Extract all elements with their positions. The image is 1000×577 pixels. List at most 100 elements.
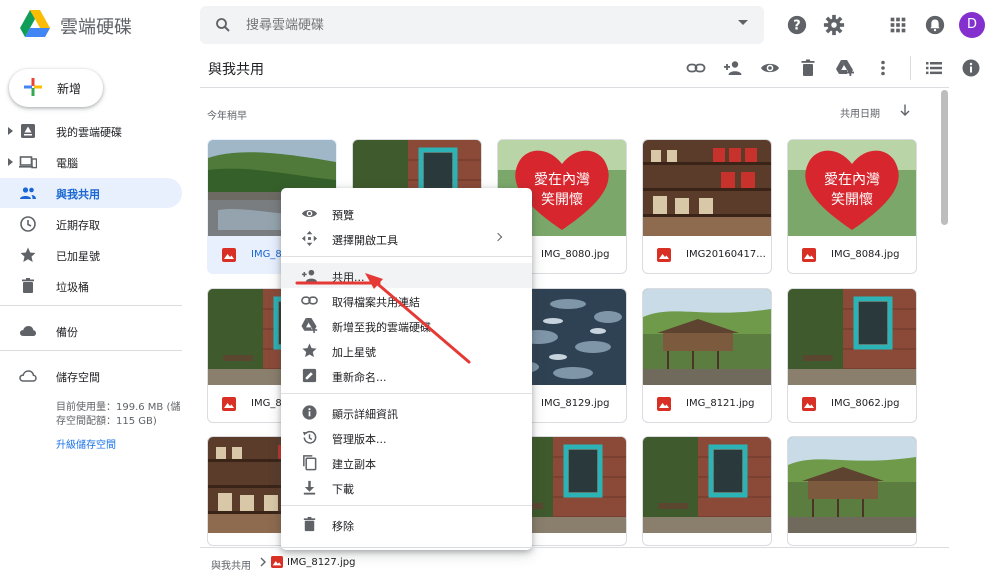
sidebar-item-trash[interactable]: 垃圾桶 <box>0 271 182 301</box>
sidebar-item-starred[interactable]: 已加星號 <box>0 240 182 270</box>
help-icon[interactable]: ? <box>786 14 808 36</box>
my-drive-icon <box>21 124 35 138</box>
manage-versions-icon <box>302 430 317 444</box>
file-name: IMG20160417... <box>686 249 766 260</box>
shared-with-me-icon <box>20 187 36 199</box>
settings-icon[interactable] <box>823 14 845 36</box>
menu-item-label: 移除 <box>332 520 354 533</box>
add-to-drive-icon[interactable] <box>835 58 855 78</box>
file-card[interactable]: IMG_8121.jpg <box>642 288 772 423</box>
sidebar-divider <box>0 305 182 306</box>
file-thumbnail[interactable] <box>788 437 916 533</box>
image-file-icon <box>222 397 236 411</box>
menu-item-download[interactable]: 下載 <box>281 475 532 500</box>
search-icon[interactable] <box>214 16 232 34</box>
expand-caret-icon[interactable] <box>8 158 13 166</box>
file-name: IMG_8084.jpg <box>831 249 900 260</box>
menu-item-label: 顯示詳細資訊 <box>332 408 398 421</box>
sidebar-item-label: 電腦 <box>56 157 78 170</box>
search-bar[interactable] <box>200 6 764 44</box>
file-thumbnail[interactable] <box>643 437 771 533</box>
new-button[interactable]: 新增 <box>9 69 103 107</box>
upgrade-storage-link[interactable]: 升級儲存空間 <box>56 436 116 451</box>
file-name: IMG_8 <box>251 398 282 409</box>
app-title: 雲端硬碟 <box>60 17 132 38</box>
breadcrumb-chevron-icon <box>260 557 266 567</box>
info-icon <box>302 405 317 420</box>
delete-icon[interactable] <box>798 58 818 78</box>
cloud-outline-icon <box>19 370 37 382</box>
menu-item-make-copy[interactable]: 建立副本 <box>281 450 532 475</box>
storage-usage-text: 目前使用量：199.6 MB (儲存空間配額：115 GB) <box>56 402 181 427</box>
sidebar-item-label: 儲存空間 <box>56 371 100 384</box>
sidebar-item-shared-with-me[interactable]: 與我共用 <box>0 178 182 208</box>
file-card[interactable]: IMG_8084.jpg <box>787 139 917 274</box>
menu-item-label: 預覽 <box>332 209 354 222</box>
cloud-icon <box>20 326 36 336</box>
menu-item-label: 建立副本 <box>332 458 376 471</box>
sort-by-label[interactable]: 共用日期 <box>840 105 880 120</box>
file-card[interactable] <box>642 436 772 546</box>
remove-icon <box>303 516 316 532</box>
breadcrumb-current[interactable]: IMG_8127.jpg <box>287 557 355 568</box>
file-name: IMG_8121.jpg <box>686 398 755 409</box>
file-thumbnail[interactable] <box>643 289 771 385</box>
drive-logo-icon[interactable] <box>20 10 50 38</box>
sidebar-item-my-drive[interactable]: 我的雲端硬碟 <box>0 116 182 146</box>
recent-icon <box>20 216 36 232</box>
more-vert-icon[interactable] <box>873 58 893 78</box>
menu-item-label: 管理版本... <box>332 433 387 446</box>
open-with-icon <box>301 230 318 247</box>
new-button-label: 新增 <box>57 82 82 96</box>
menu-item-remove[interactable]: 移除 <box>281 512 532 537</box>
file-thumbnail[interactable] <box>788 289 916 385</box>
plus-icon <box>24 78 42 96</box>
breadcrumb-parent[interactable]: 與我共用 <box>211 557 251 572</box>
menu-divider <box>281 505 532 506</box>
image-file-icon <box>657 397 671 411</box>
apps-grid-icon[interactable] <box>887 14 909 36</box>
file-card[interactable] <box>787 436 917 546</box>
menu-divider <box>281 393 532 394</box>
notifications-icon[interactable] <box>924 14 946 36</box>
annotation-overlay <box>295 273 471 364</box>
footer-divider <box>200 547 949 548</box>
file-name: IMG_8080.jpg <box>541 249 610 260</box>
search-input[interactable] <box>244 17 704 34</box>
sort-direction-icon[interactable] <box>898 103 912 117</box>
details-icon[interactable] <box>961 58 981 78</box>
scrollbar-thumb[interactable] <box>941 90 948 225</box>
account-avatar[interactable]: D <box>959 12 985 38</box>
expand-caret-icon[interactable] <box>8 127 13 135</box>
sidebar-item-label: 與我共用 <box>56 188 100 201</box>
file-thumbnail[interactable] <box>643 140 771 236</box>
submenu-arrow-icon <box>493 232 503 242</box>
sidebar-item-backups[interactable]: 備份 <box>0 316 182 346</box>
file-thumbnail[interactable] <box>788 140 916 236</box>
menu-item-view-details[interactable]: 顯示詳細資訊 <box>281 400 532 425</box>
copy-icon <box>303 455 317 471</box>
preview-icon[interactable] <box>760 58 780 78</box>
share-icon[interactable] <box>723 58 743 78</box>
menu-item-manage-versions[interactable]: 管理版本... <box>281 425 532 450</box>
annotation-arrow <box>371 278 471 364</box>
computers-icon <box>19 156 37 169</box>
top-bar: 雲端硬碟 ? D <box>0 0 1000 52</box>
sidebar-item-computers[interactable]: 電腦 <box>0 147 182 177</box>
file-card[interactable]: IMG20160417... <box>642 139 772 274</box>
menu-item-label: 下載 <box>332 483 354 496</box>
sidebar-item-label: 備份 <box>56 326 78 339</box>
menu-item-preview[interactable]: 預覽 <box>281 201 532 226</box>
file-name: IMG_8129.jpg <box>541 398 610 409</box>
search-options-dropdown-icon[interactable] <box>738 20 748 25</box>
file-card[interactable]: IMG_8062.jpg <box>787 288 917 423</box>
sidebar-item-label: 垃圾桶 <box>56 281 89 294</box>
menu-item-label: 重新命名... <box>332 371 387 384</box>
list-view-icon[interactable] <box>924 58 944 78</box>
sidebar-item-storage[interactable]: 儲存空間 <box>0 361 182 391</box>
get-link-icon[interactable] <box>686 58 706 78</box>
menu-item-open-with[interactable]: 選擇開啟工具 <box>281 226 532 251</box>
sidebar-item-recent[interactable]: 近期存取 <box>0 209 182 239</box>
sidebar-divider <box>0 350 182 351</box>
page-title: 與我共用 <box>208 62 264 78</box>
